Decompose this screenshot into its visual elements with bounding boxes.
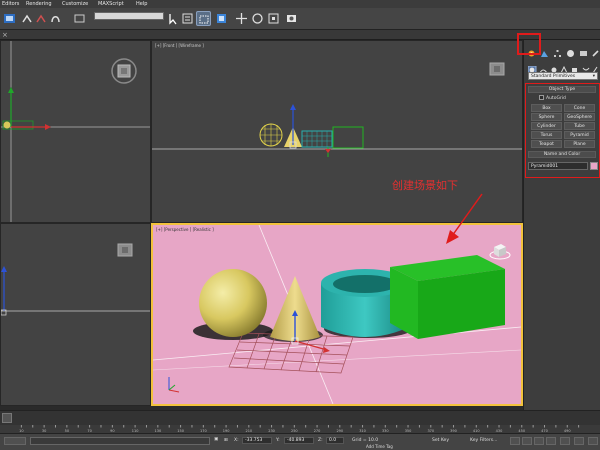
time-slider[interactable] bbox=[0, 410, 600, 425]
modify-tab-icon[interactable] bbox=[540, 43, 549, 57]
select-by-name-icon[interactable] bbox=[180, 11, 195, 26]
motion-tab-icon[interactable] bbox=[566, 43, 575, 57]
zoom-icon[interactable] bbox=[560, 437, 570, 445]
hierarchy-tab-icon[interactable] bbox=[553, 43, 562, 57]
lock-icon[interactable]: ▣ bbox=[214, 437, 218, 442]
orbit-icon[interactable] bbox=[588, 437, 598, 445]
maxscript-listener-button[interactable] bbox=[4, 437, 26, 445]
perspective-scene-canvas bbox=[153, 225, 521, 404]
add-time-tag-button[interactable]: Add Time Tag bbox=[366, 444, 393, 449]
key-filters-button[interactable]: Key Filters... bbox=[470, 438, 497, 443]
absolute-mode-icon[interactable]: ⊞ bbox=[224, 438, 228, 443]
selection-filter-icon[interactable] bbox=[72, 11, 87, 26]
play-icon[interactable] bbox=[534, 437, 544, 445]
ruler-ticks: 10 30 50 70 90 110 130 150 170 190 210 230 250 270 290… bbox=[19, 425, 580, 433]
rollout-highlight bbox=[525, 83, 600, 178]
command-panel: Standard Primitives ▾ Object Type AutoGr… bbox=[517, 33, 600, 410]
viewport-top[interactable] bbox=[0, 40, 151, 223]
create-subcategory-row bbox=[527, 60, 598, 75]
z-label: Z: bbox=[318, 438, 323, 443]
y-coordinate-field[interactable]: -40.893 bbox=[284, 437, 314, 444]
scale-icon[interactable] bbox=[266, 11, 281, 26]
utilities-tab-icon[interactable] bbox=[591, 43, 600, 57]
go-to-start-icon[interactable] bbox=[510, 437, 520, 445]
bind-icon[interactable] bbox=[48, 11, 63, 26]
previous-frame-icon[interactable] bbox=[522, 437, 532, 445]
menu-rendering[interactable]: Rendering bbox=[26, 0, 52, 8]
menu-maxscript[interactable]: MAXScript bbox=[98, 0, 124, 8]
menu-customize[interactable]: Customize bbox=[62, 0, 88, 8]
menu-help[interactable]: Help bbox=[136, 0, 147, 8]
time-slider-handle[interactable] bbox=[2, 413, 12, 423]
rotate-icon[interactable] bbox=[250, 11, 265, 26]
grid-size-label: Grid = 10.0 bbox=[352, 438, 379, 443]
x-label: X: bbox=[234, 438, 239, 443]
x-coordinate-field[interactable]: -33.753 bbox=[242, 437, 272, 444]
category-dropdown-value: Standard Primitives bbox=[531, 74, 576, 79]
prompt-line bbox=[30, 437, 210, 445]
y-label: Y: bbox=[276, 438, 280, 443]
viewport-left[interactable] bbox=[0, 223, 151, 406]
chevron-down-icon: ▾ bbox=[592, 74, 595, 79]
display-tab-icon[interactable] bbox=[579, 43, 588, 56]
viewcube-front-icon[interactable] bbox=[487, 61, 507, 77]
category-dropdown[interactable]: Standard Primitives ▾ bbox=[528, 72, 598, 80]
render-icon[interactable] bbox=[284, 11, 299, 26]
menu-editors[interactable]: Editors bbox=[2, 0, 19, 8]
create-tab-highlight bbox=[517, 33, 541, 55]
next-frame-icon[interactable] bbox=[546, 437, 556, 445]
select-icon[interactable] bbox=[166, 11, 181, 26]
unlink-icon[interactable] bbox=[34, 11, 49, 26]
app-icon[interactable] bbox=[2, 11, 17, 26]
main-toolbar bbox=[0, 8, 600, 30]
close-icon[interactable]: × bbox=[2, 31, 8, 39]
viewcube-left-icon[interactable] bbox=[115, 242, 135, 258]
move-icon[interactable] bbox=[234, 11, 249, 26]
menu-bar: Editors Rendering Customize MAXScript He… bbox=[0, 0, 600, 8]
annotation-arrow-icon bbox=[446, 193, 483, 244]
status-bar: ▣ ⊞ X: -33.753 Y: -40.893 Z: 0.0 Grid = … bbox=[0, 433, 600, 450]
viewport-perspective[interactable]: [+] [Perspective ] [Realistic ] bbox=[151, 223, 523, 406]
pan-icon[interactable] bbox=[574, 437, 584, 445]
viewcube-perspective-icon[interactable] bbox=[489, 241, 511, 261]
select-link-icon[interactable] bbox=[20, 11, 35, 26]
viewcube-icon[interactable] bbox=[110, 57, 138, 85]
ribbon-strip: × bbox=[0, 30, 600, 40]
selection-filter-dropdown[interactable] bbox=[94, 12, 164, 20]
z-coordinate-field[interactable]: 0.0 bbox=[326, 437, 344, 444]
set-key-label[interactable]: Set Key bbox=[432, 438, 449, 443]
window-crossing-icon[interactable] bbox=[214, 11, 229, 26]
region-select-icon[interactable] bbox=[196, 11, 211, 26]
track-bar-ruler[interactable]: 10 30 50 70 90 110 130 150 170 190 210 230 250 270 290… bbox=[0, 425, 600, 433]
